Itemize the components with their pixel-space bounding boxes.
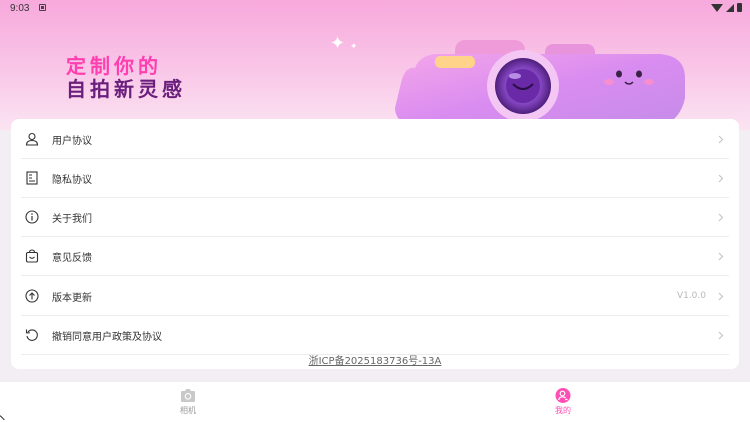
menu-item-feedback[interactable]: 意见反馈 <box>21 237 729 276</box>
bottom-tab-bar: 相机 我的 <box>0 382 750 422</box>
tab-mine[interactable]: 我的 <box>533 388 593 416</box>
menu-item-revoke-consent[interactable]: 撤销同意用户政策及协议 <box>21 316 729 355</box>
status-time: 9:03 <box>10 3 30 14</box>
sparkle-small-icon: ✦ <box>350 42 358 52</box>
battery-icon <box>737 3 742 12</box>
menu-item-user-agreement[interactable]: 用户协议 <box>21 120 729 159</box>
menu-label: 版本更新 <box>52 292 92 304</box>
camera-icon <box>181 389 195 402</box>
version-value: V1.0.0 <box>676 291 706 301</box>
settings-menu: 用户协议 隐私协议 关于我们 意见反馈 版本更新 V1.0.0 撤销同意用户政策… <box>11 119 739 369</box>
chevron-right-icon <box>718 252 724 260</box>
menu-label: 关于我们 <box>52 213 92 225</box>
chevron-right-icon <box>718 292 724 300</box>
undo-icon <box>24 327 40 343</box>
menu-label: 撤销同意用户政策及协议 <box>52 331 162 343</box>
sparkle-icon: ✦ <box>330 33 346 54</box>
chevron-right-icon <box>718 213 724 221</box>
status-indicators <box>711 3 742 12</box>
menu-item-version-update[interactable]: 版本更新 V1.0.0 <box>21 277 729 316</box>
chevron-right-icon <box>718 135 724 143</box>
camera-illustration <box>395 40 685 126</box>
slogan-line-2: 自拍新灵感 <box>66 77 186 101</box>
chevron-right-icon <box>718 174 724 182</box>
menu-label: 用户协议 <box>52 135 92 147</box>
hero-banner: 9:03 定制你的 自拍新灵感 ✦ ✦ <box>0 0 750 130</box>
menu-item-privacy-agreement[interactable]: 隐私协议 <box>21 159 729 198</box>
wifi-icon <box>711 3 723 12</box>
upload-arrow-icon <box>24 288 40 304</box>
signal-icon <box>726 3 734 12</box>
menu-label: 意见反馈 <box>52 252 92 264</box>
icp-license-link[interactable]: 浙ICP备2025183736号-13A <box>0 352 750 367</box>
user-icon <box>24 131 40 147</box>
menu-label: 隐私协议 <box>52 174 92 186</box>
document-icon <box>24 170 40 186</box>
menu-item-about-us[interactable]: 关于我们 <box>21 198 729 237</box>
tab-camera[interactable]: 相机 <box>158 388 218 416</box>
notification-icon <box>39 4 46 11</box>
profile-icon <box>555 388 571 403</box>
tab-label: 相机 <box>180 406 196 415</box>
tab-label: 我的 <box>555 406 571 415</box>
status-bar: 9:03 <box>0 0 750 18</box>
info-icon <box>24 209 40 225</box>
feedback-bag-icon <box>24 248 40 264</box>
chevron-right-icon <box>718 331 724 339</box>
